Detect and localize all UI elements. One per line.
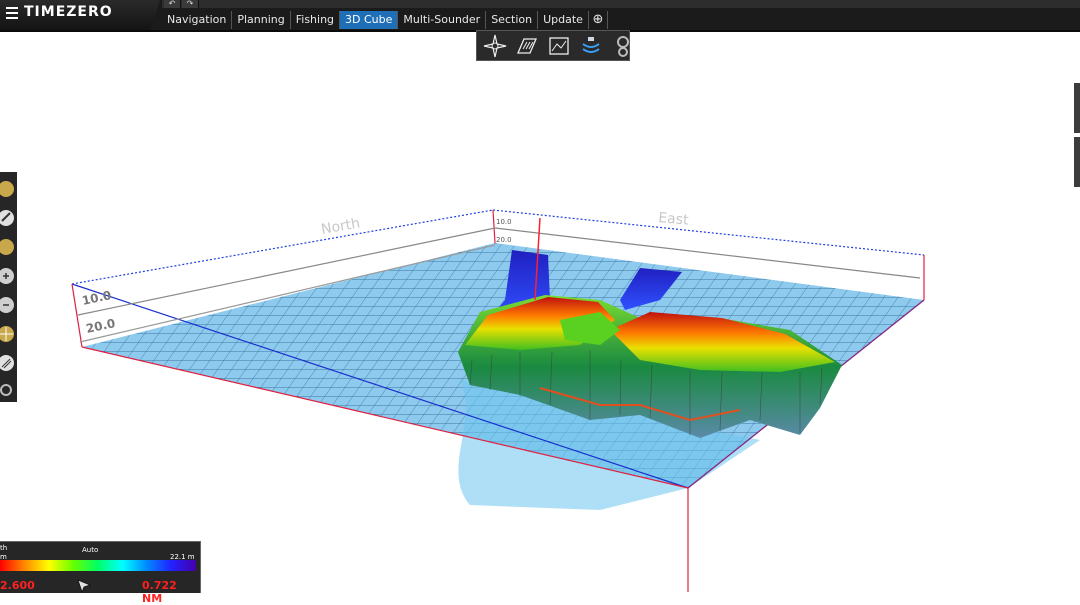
tab-planning[interactable]: Planning [232,11,291,29]
measure-tool-icon[interactable] [0,350,15,376]
tab-update[interactable]: Update [538,11,589,29]
axis-label-east: East [658,210,690,229]
tab-multi-sounder[interactable]: Multi-Sounder [398,11,487,29]
compass-orientation-icon[interactable] [483,34,507,58]
mark-tool-icon[interactable] [0,234,15,260]
depth-mode[interactable]: Auto [82,546,98,554]
depth-scale-panel: th Auto m 22.1 m 2.600 0.722 NM [0,541,201,605]
tab-section[interactable]: Section [486,11,539,29]
tab-fishing[interactable]: Fishing [290,11,341,29]
undo-button[interactable]: ↶ [164,0,181,8]
depth-right-value: 0.722 NM [142,579,177,605]
axis-label-north: North [320,215,361,238]
cube-toolbar [476,30,630,61]
add-workspace-button[interactable]: ⊕ [588,11,608,29]
app-menu[interactable]: TIMEZERO [0,0,160,30]
zoom-in-icon[interactable] [0,263,15,289]
sonar-icon[interactable] [579,34,603,58]
workspace-tabs: Navigation Planning Fishing 3D Cube Mult… [162,11,608,29]
redo-button[interactable]: ↷ [182,0,199,8]
tab-3d-cube[interactable]: 3D Cube [340,11,399,29]
depth-left-value: 2.600 [0,579,35,592]
depth-tick-back-2: 20.0 [496,236,512,244]
quick-access-strip: ↶ ↷ [162,0,1080,8]
hamburger-menu-icon[interactable] [6,7,18,19]
3d-cube-view[interactable]: North East 10.0 20.0 10.0 20.0 [0,0,1080,592]
route-tool-icon[interactable] [0,176,15,202]
top-bar: TIMEZERO ↶ ↷ Navigation Planning Fishing… [0,0,1080,32]
chart-overlay-icon[interactable] [547,34,571,58]
depth-title: th [0,544,8,552]
depth-color-bar [0,560,196,571]
depth-tick-left-2: 20.0 [85,316,117,336]
zoom-out-icon[interactable] [0,292,15,318]
depth-tick-left-1: 10.0 [81,288,113,308]
erase-tool-icon[interactable] [0,205,15,231]
left-tool-strip [0,172,17,402]
tab-navigation[interactable]: Navigation [162,11,233,29]
depth-tick-back-1: 10.0 [496,218,512,226]
toolbar-settings-icon[interactable] [611,34,629,58]
cursor-arrow-icon [77,579,91,593]
layers-icon[interactable] [515,34,539,58]
right-panel-handle-2[interactable] [1074,137,1080,187]
right-panel-handle-1[interactable] [1074,83,1080,133]
app-logo: TIMEZERO [24,4,113,20]
center-vessel-icon[interactable] [0,321,15,347]
left-strip-settings-icon[interactable] [0,379,15,405]
